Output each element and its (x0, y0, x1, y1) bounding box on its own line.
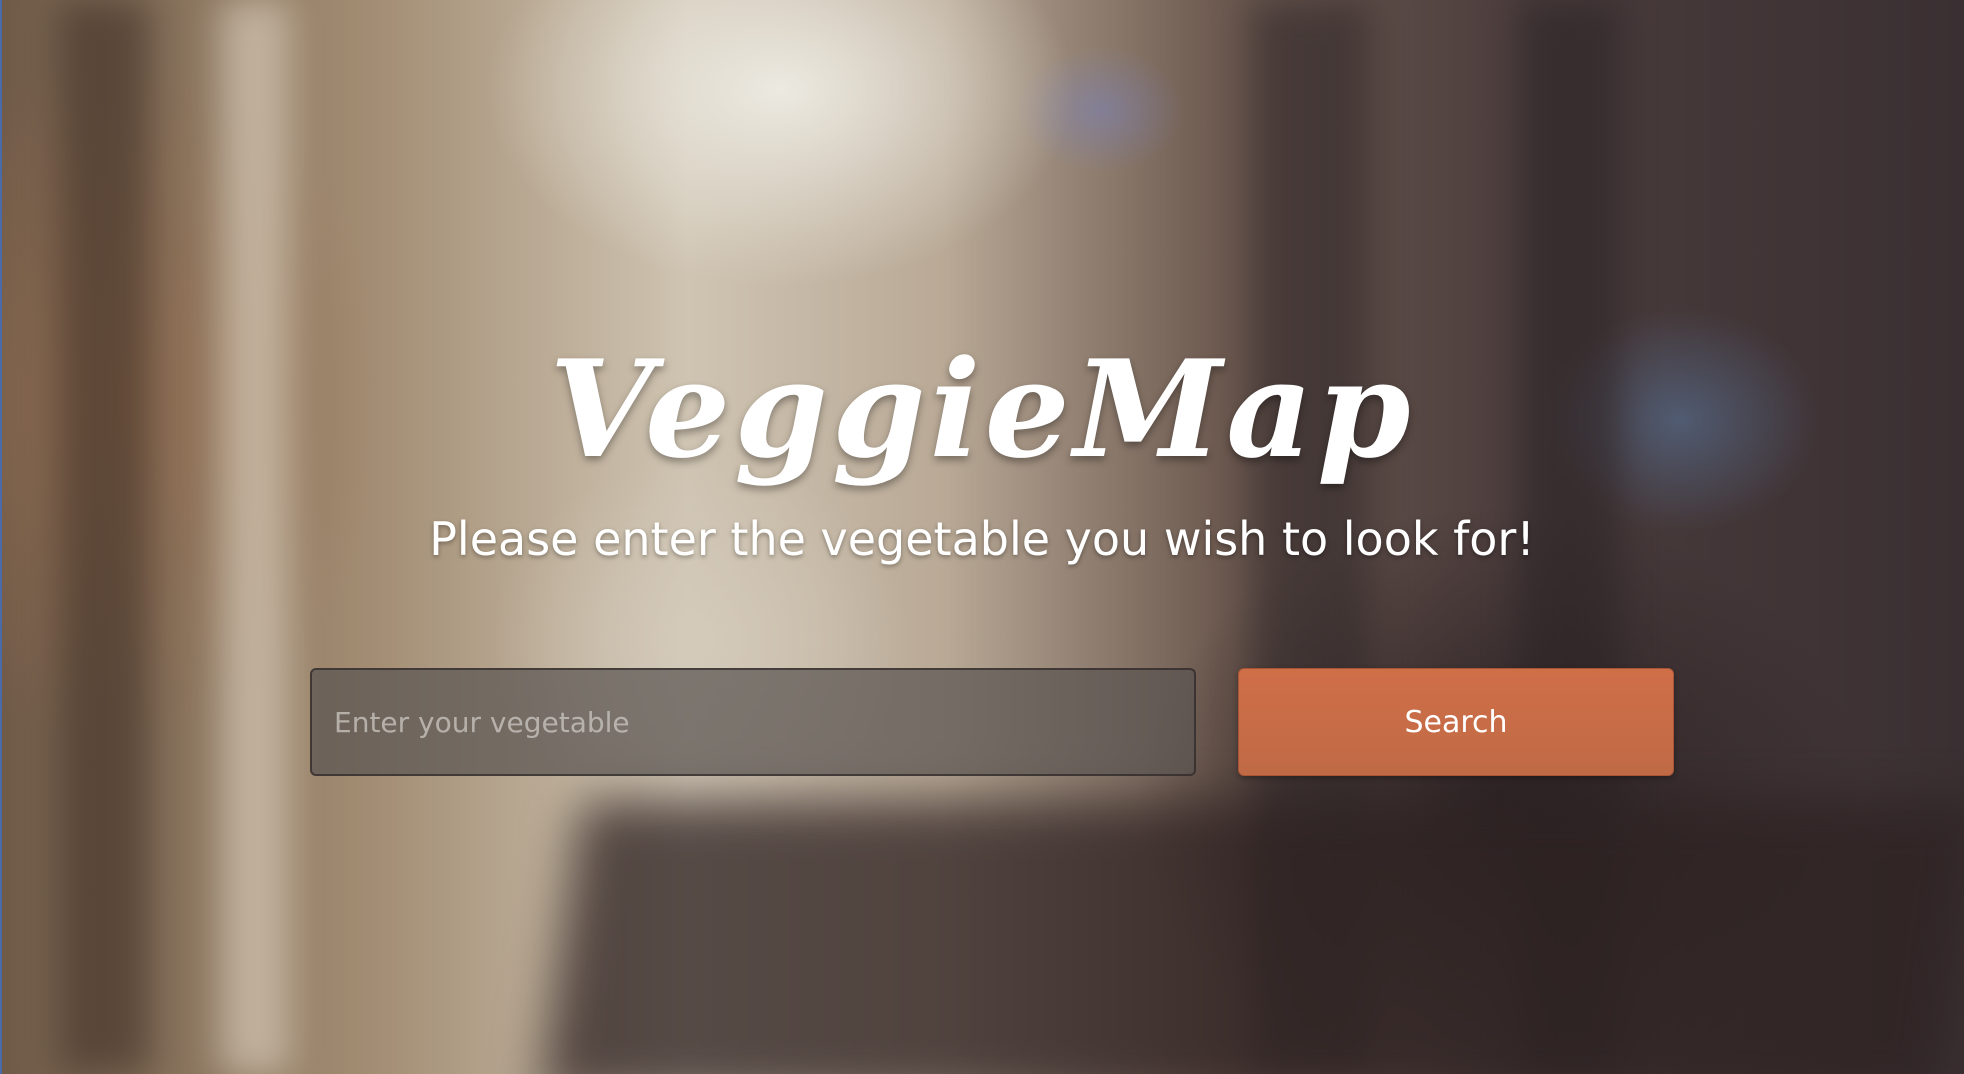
search-button[interactable]: Search (1238, 668, 1674, 776)
hero: VeggieMap Please enter the vegetable you… (0, 0, 1964, 1074)
tagline: Please enter the vegetable you wish to l… (429, 512, 1535, 566)
vegetable-search-input[interactable] (310, 668, 1196, 776)
app-logo: VeggieMap (549, 330, 1415, 488)
